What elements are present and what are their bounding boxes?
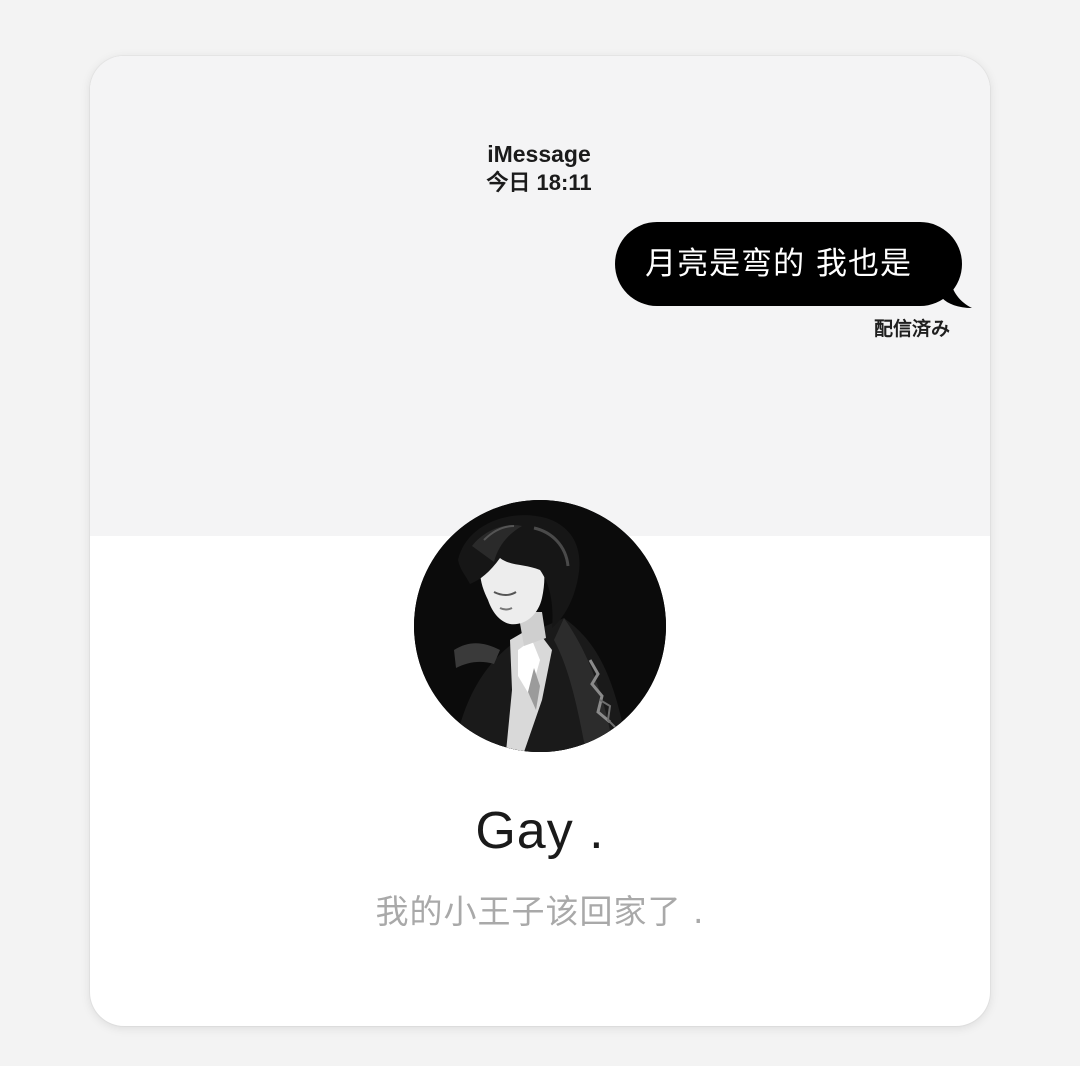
profile-card: iMessage 今日 18:11 月亮是弯的 我也是 配信済み Gay . 我… (90, 56, 990, 1026)
avatar[interactable] (414, 500, 666, 752)
delivery-status: 配信済み (873, 318, 950, 340)
timestamp: 今日 18:11 (486, 170, 592, 195)
message-text: 月亮是弯的 我也是 (645, 246, 912, 282)
profile-name: Gay . (475, 802, 605, 860)
profile-bio: 我的小王子该回家了 . (375, 892, 705, 931)
bubble-tail-icon (942, 278, 972, 308)
message-bubble[interactable]: 月亮是弯的 我也是 (615, 222, 972, 308)
message-header: iMessage 今日 18:11 (90, 140, 990, 198)
sent-message: 月亮是弯的 我也是 (615, 222, 972, 308)
anime-portrait-avatar-icon (414, 500, 666, 752)
service-label: iMessage (487, 141, 591, 167)
